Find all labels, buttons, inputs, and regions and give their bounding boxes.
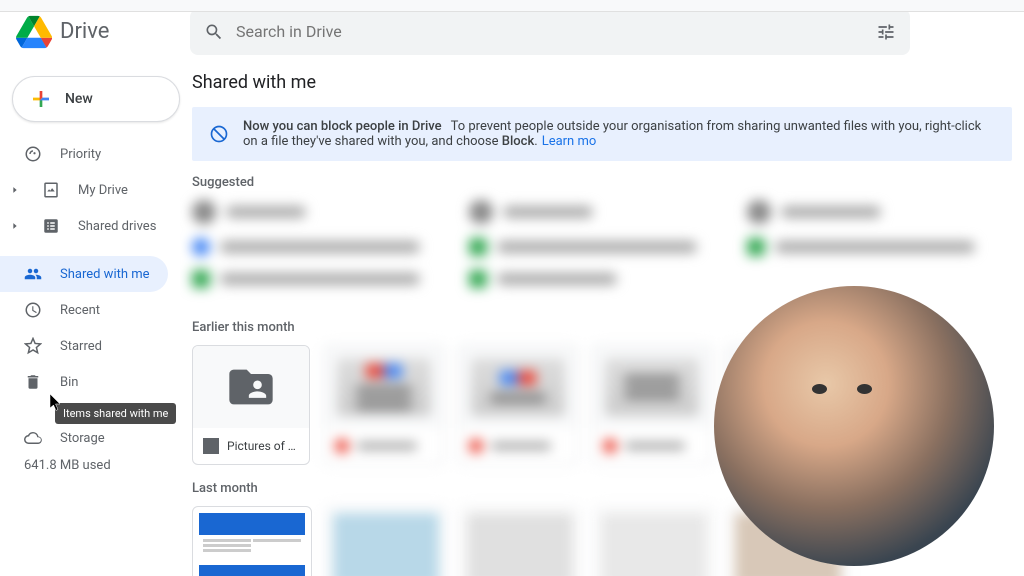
chevron-right-icon [10, 185, 20, 195]
plus-icon [29, 87, 53, 111]
file-card[interactable] [192, 506, 312, 576]
cursor-icon [49, 394, 63, 412]
cloud-icon [24, 429, 42, 447]
storage-used: 641.8 MB used [0, 458, 180, 473]
suggested-row [192, 200, 1012, 302]
folder-type-icon [203, 438, 219, 454]
info-banner: Now you can block people in Drive To pre… [192, 107, 1012, 161]
file-card-folder[interactable]: Pictures of Isobel... [192, 345, 310, 465]
drive-logo-icon [16, 14, 52, 50]
file-card[interactable] [458, 345, 578, 465]
my-drive-icon [42, 181, 60, 199]
clock-icon [24, 301, 42, 319]
drive-logo[interactable]: Drive [16, 14, 176, 50]
search-input[interactable] [236, 22, 876, 41]
sidebar-item-label: Recent [60, 303, 100, 318]
search-icon [204, 22, 224, 42]
storage-label: Storage [60, 431, 105, 446]
banner-title: Now you can block people in Drive [243, 119, 442, 134]
new-button-label: New [65, 91, 93, 107]
sidebar-item-label: My Drive [78, 183, 128, 198]
file-name: Pictures of Isobel... [227, 439, 299, 453]
trash-icon [24, 373, 42, 391]
file-card[interactable] [592, 345, 712, 465]
file-card[interactable] [326, 506, 446, 576]
star-icon [24, 337, 42, 355]
search-options-icon[interactable] [876, 22, 896, 42]
sidebar: New Priority My Drive Shared drives Shar… [0, 64, 180, 576]
banner-bold: Block [502, 134, 534, 149]
page-title: Shared with me [192, 72, 1012, 93]
chevron-right-icon [10, 221, 20, 231]
tooltip: Items shared with me [55, 403, 176, 424]
priority-icon [24, 145, 42, 163]
people-icon [24, 265, 42, 283]
sidebar-item-shared-with-me[interactable]: Shared with me [0, 256, 168, 292]
sidebar-item-label: Shared with me [60, 267, 150, 282]
sidebar-item-label: Bin [60, 375, 78, 390]
block-icon [209, 124, 229, 144]
folder-shared-icon [225, 361, 277, 413]
sidebar-item-label: Shared drives [78, 219, 156, 234]
sidebar-item-priority[interactable]: Priority [0, 136, 168, 172]
file-card[interactable] [324, 345, 444, 465]
sidebar-item-starred[interactable]: Starred [0, 328, 168, 364]
file-card[interactable] [460, 506, 580, 576]
sidebar-item-my-drive[interactable]: My Drive [0, 172, 168, 208]
search-bar[interactable] [190, 9, 910, 55]
new-button[interactable]: New [12, 76, 180, 122]
sidebar-item-shared-drives[interactable]: Shared drives [0, 208, 168, 244]
presenter-webcam [714, 286, 994, 566]
sidebar-item-bin[interactable]: Bin [0, 364, 168, 400]
sidebar-item-recent[interactable]: Recent [0, 292, 168, 328]
shared-drives-icon [42, 217, 60, 235]
banner-learn-more-link[interactable]: Learn mo [542, 134, 597, 149]
app-name: Drive [60, 19, 109, 44]
file-card[interactable] [594, 506, 714, 576]
sidebar-item-label: Priority [60, 147, 101, 162]
sidebar-item-label: Starred [60, 339, 102, 354]
section-suggested-label: Suggested [192, 175, 1012, 190]
sidebar-item-storage[interactable]: Storage [0, 420, 180, 456]
